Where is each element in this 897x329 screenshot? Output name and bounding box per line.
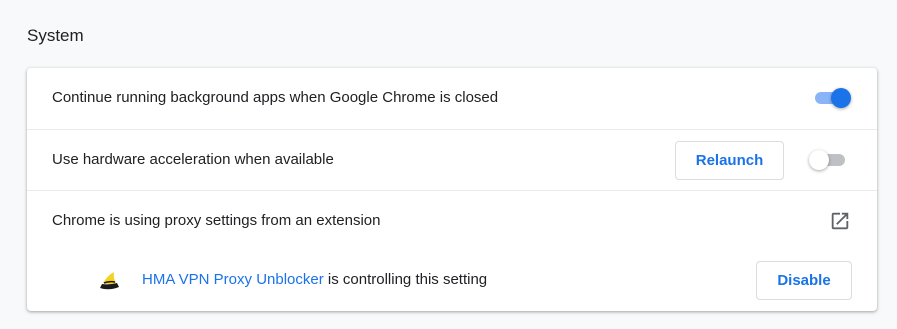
toggle-knob [809,150,829,170]
proxy-settings-label: Chrome is using proxy settings from an e… [52,212,381,229]
relaunch-button[interactable]: Relaunch [675,141,784,180]
open-in-new-icon[interactable] [829,210,851,232]
background-apps-label: Continue running background apps when Go… [52,89,499,106]
hardware-acceleration-label: Use hardware acceleration when available [52,151,334,168]
extension-controlling-text: HMA VPN Proxy Unblocker is controlling t… [142,271,487,288]
hma-hat-icon [95,270,123,294]
extension-name-link[interactable]: HMA VPN Proxy Unblocker [142,271,324,288]
background-apps-toggle[interactable] [813,88,851,108]
system-settings-card: Continue running background apps when Go… [27,68,877,311]
setting-row-proxy: Chrome is using proxy settings from an e… [27,190,877,311]
setting-row-hardware-acceleration: Use hardware acceleration when available… [27,129,877,190]
disable-extension-button[interactable]: Disable [756,261,852,300]
section-title: System [27,26,84,45]
extension-controlling-suffix: is controlling this setting [323,271,488,288]
hardware-acceleration-toggle[interactable] [809,150,847,170]
setting-row-background-apps: Continue running background apps when Go… [27,68,877,129]
toggle-knob [831,88,851,108]
